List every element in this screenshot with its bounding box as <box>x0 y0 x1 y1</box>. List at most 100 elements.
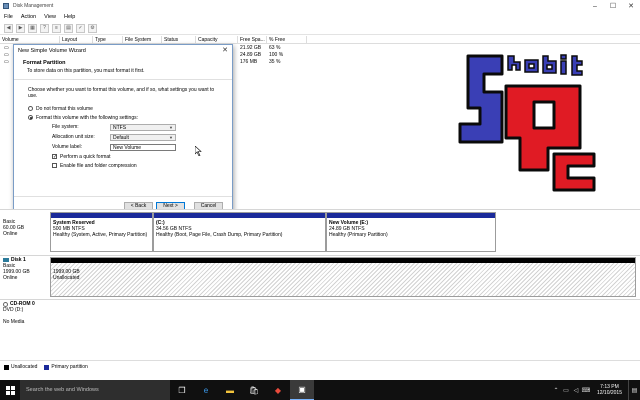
allocation-unit-value: Default <box>113 134 129 141</box>
close-button[interactable]: ✕ <box>622 0 640 12</box>
edge-browser-icon[interactable]: e <box>194 380 218 400</box>
radio-button-selected[interactable] <box>28 115 33 120</box>
free-space-value: 176 MB <box>240 58 258 65</box>
free-space-value: 24.89 GB <box>240 51 262 58</box>
system-tray: ⌃ ▭ ◁ ⌨ 7:13 PM 12/10/2015 ▤ <box>551 380 640 400</box>
keyboard-icon[interactable]: ⌨ <box>581 387 591 394</box>
disk-icon <box>3 258 9 262</box>
check-icon[interactable]: ✓ <box>76 23 85 33</box>
cdrom-0-label[interactable]: CD-ROM 0 DVD (D:) No Media <box>3 301 48 325</box>
volume-label-input[interactable]: New Volume <box>110 143 176 151</box>
checkbox-label: Enable file and folder compression <box>60 162 137 169</box>
chevron-down-icon: ▼ <box>169 134 173 140</box>
cd-icon <box>3 301 8 307</box>
col-file-system[interactable]: File System <box>123 36 162 43</box>
volume-label-row: Volume label: New Volume <box>52 142 218 152</box>
grid-icon[interactable]: ▦ <box>28 23 37 33</box>
checkbox-unchecked[interactable] <box>52 163 57 168</box>
radio-format-volume[interactable]: Format this volume with the following se… <box>28 113 218 122</box>
chevron-up-icon[interactable]: ⌃ <box>551 387 561 394</box>
legend-primary: Primary partition <box>51 364 88 370</box>
menu-file[interactable]: File <box>4 14 13 20</box>
window-title: Disk Management <box>13 3 54 9</box>
cdrom-0-row: CD-ROM 0 DVD (D:) No Media <box>0 301 640 341</box>
checkbox-checked[interactable]: ✓ <box>52 154 57 160</box>
disk-0-status: Online <box>3 231 18 237</box>
legend-swatch-unallocated <box>4 364 9 370</box>
file-system-value: NTFS <box>113 124 127 131</box>
logo-letter-s <box>458 54 504 144</box>
radio-button[interactable] <box>28 106 33 111</box>
file-system-select[interactable]: NTFS ▼ <box>110 123 176 131</box>
back-arrow-icon[interactable]: ◀ <box>4 23 13 33</box>
file-system-row: File system: NTFS ▼ <box>52 122 218 132</box>
partition-status: Healthy (Boot, Page File, Crash Dump, Pr… <box>156 232 283 238</box>
col-capacity[interactable]: Capacity <box>196 36 238 43</box>
percent-free-value: 35 % <box>269 58 281 65</box>
forward-arrow-icon[interactable]: ▶ <box>16 23 25 33</box>
settings-icon[interactable]: ⚙ <box>88 23 97 33</box>
col-free-space[interactable]: Free Spa... <box>238 36 267 43</box>
disk-management-task-icon[interactable]: ▣ <box>290 380 314 400</box>
partition-c[interactable]: (C:) 34.56 GB NTFS Healthy (Boot, Page F… <box>153 212 326 252</box>
store-icon[interactable]: 🛍 <box>242 380 266 400</box>
menu-view[interactable]: View <box>44 14 56 20</box>
volume-icon[interactable]: ◁ <box>571 387 581 394</box>
radio-label: Do not format this volume <box>36 105 93 112</box>
menu-action[interactable]: Action <box>21 14 36 20</box>
radio-do-not-format[interactable]: Do not format this volume <box>28 104 218 113</box>
toolbar: ◀ ▶ ▦ ? ≡ ▤ ✓ ⚙ <box>0 22 640 35</box>
allocation-unit-select[interactable]: Default ▼ <box>110 133 176 141</box>
properties-icon[interactable]: ▤ <box>64 23 73 33</box>
disk-1-label[interactable]: Disk 1 Basic 1999.00 GB Online <box>3 257 48 281</box>
disk-0-label[interactable]: Basic 60.00 GB Online <box>3 219 48 237</box>
taskbar: Search the web and Windows ❐ e ▬ 🛍 ◆ ▣ ⌃… <box>0 380 640 400</box>
legend-unallocated: Unallocated <box>11 364 38 370</box>
network-icon[interactable]: ▭ <box>561 387 571 394</box>
wizard-header: Format Partition To store data on this p… <box>14 56 232 80</box>
col-percent-free[interactable]: % Free <box>267 36 307 43</box>
disk-management-icon <box>3 3 9 9</box>
col-status[interactable]: Status <box>162 36 196 43</box>
help-icon[interactable]: ? <box>40 23 49 33</box>
logo-letter-c <box>552 152 596 192</box>
partition-unallocated[interactable]: 1999.00 GB Unallocated <box>50 257 636 297</box>
shobit-pc-logo <box>458 54 596 192</box>
wizard-close-icon[interactable]: ✕ <box>222 46 228 54</box>
disk-graphical-view: Basic 60.00 GB Online System Reserved 50… <box>0 209 640 360</box>
notification-icon[interactable]: ▤ <box>628 380 640 400</box>
legend: Unallocated Primary partition <box>0 360 640 373</box>
compression-checkbox[interactable]: Enable file and folder compression <box>52 161 218 170</box>
col-volume[interactable]: Volume <box>0 36 60 43</box>
taskbar-search-box[interactable]: Search the web and Windows <box>20 380 170 400</box>
volume-label-label: Volume label: <box>52 144 83 150</box>
minimize-button[interactable]: – <box>586 0 604 12</box>
partition-status: Healthy (System, Active, Primary Partiti… <box>53 232 148 238</box>
start-button[interactable] <box>0 380 20 400</box>
menu-help[interactable]: Help <box>64 14 75 20</box>
task-view-icon[interactable]: ❐ <box>170 380 194 400</box>
disk-separator <box>0 299 640 300</box>
maximize-button[interactable]: ☐ <box>604 0 622 12</box>
free-space-value: 21.92 GB <box>240 44 262 51</box>
col-type[interactable]: Type <box>93 36 123 43</box>
disk-separator <box>0 255 640 256</box>
disk-0-row: Basic 60.00 GB Online System Reserved 50… <box>0 212 640 255</box>
col-layout[interactable]: Layout <box>60 36 93 43</box>
radio-label: Format this volume with the following se… <box>36 114 138 121</box>
partition-new-volume-e[interactable]: New Volume (E:) 24.89 GB NTFS Healthy (P… <box>326 212 496 252</box>
wizard-page-title: Format Partition <box>23 60 66 66</box>
partition-status: Unallocated <box>53 275 80 281</box>
file-explorer-icon[interactable]: ▬ <box>218 380 242 400</box>
wizard-title-bar: New Simple Volume Wizard ✕ <box>14 45 232 56</box>
chevron-down-icon: ▼ <box>169 124 173 130</box>
cdrom-0-status: No Media <box>3 319 25 325</box>
quick-format-checkbox[interactable]: ✓ Perform a quick format <box>52 152 218 161</box>
search-placeholder: Search the web and Windows <box>26 387 99 393</box>
list-icon[interactable]: ≡ <box>52 23 61 33</box>
clock-date: 12/10/2015 <box>596 390 622 396</box>
checkbox-label: Perform a quick format <box>60 153 111 160</box>
partition-system-reserved[interactable]: System Reserved 500 MB NTFS Healthy (Sys… <box>50 212 153 252</box>
paint-icon[interactable]: ◆ <box>266 380 290 400</box>
taskbar-clock[interactable]: 7:13 PM 12/10/2015 <box>597 384 622 396</box>
